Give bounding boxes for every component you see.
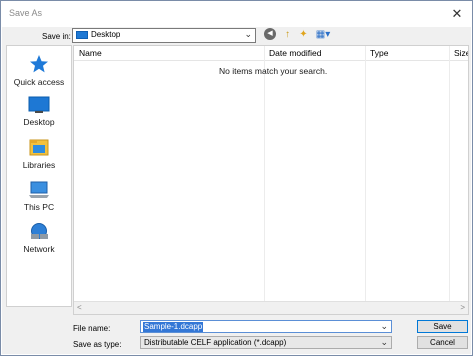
save-in-value: Desktop — [91, 30, 121, 39]
place-libraries[interactable]: Libraries — [7, 138, 71, 170]
chevron-down-icon: ⌄ — [244, 29, 252, 39]
star-icon — [30, 55, 48, 73]
horizontal-scrollbar[interactable]: < > — [74, 301, 468, 314]
sort-ascending-icon: ^ — [166, 45, 170, 50]
title-bar: Save As ✕ — [1, 1, 472, 27]
file-name-input[interactable]: Sample-1.dcapp ⌄ — [140, 320, 392, 333]
place-label: Network — [23, 244, 55, 254]
libraries-icon — [29, 139, 49, 156]
place-label: Libraries — [22, 160, 56, 170]
window-title: Save As — [9, 8, 43, 18]
computer-icon — [29, 181, 49, 198]
place-label: Desktop — [23, 117, 55, 127]
column-name[interactable]: Name — [79, 48, 102, 58]
place-label: This PC — [23, 202, 55, 212]
chevron-down-icon: ⌄ — [380, 337, 388, 347]
place-network[interactable]: Network — [7, 222, 71, 254]
place-this-pc[interactable]: This PC — [7, 180, 71, 212]
file-name-label: File name: — [73, 324, 111, 333]
up-folder-icon[interactable]: ↑ — [281, 28, 294, 41]
new-folder-icon[interactable]: ✦ — [297, 28, 310, 41]
save-as-type-value: Distributable CELF application (*.dcapp) — [144, 338, 287, 347]
column-size[interactable]: Size — [454, 48, 468, 58]
scroll-left-icon[interactable]: < — [77, 303, 82, 312]
empty-message: No items match your search. — [219, 66, 328, 76]
scroll-right-icon[interactable]: > — [460, 303, 465, 312]
chevron-down-icon[interactable]: ⌄ — [380, 321, 388, 332]
view-menu-icon[interactable]: ▦▾ — [313, 28, 333, 41]
save-as-type-label: Save as type: — [73, 340, 122, 349]
save-in-dropdown[interactable]: Desktop ⌄ — [72, 28, 256, 43]
save-button[interactable]: Save — [417, 320, 468, 333]
file-list[interactable]: ^ Name Date modified Type Size No items … — [73, 45, 469, 315]
dialog-body: Save in: Desktop ⌄ ◀ ↑ ✦ ▦▾ Quick access — [2, 27, 471, 354]
save-in-label: Save in: — [42, 32, 71, 41]
column-date-modified[interactable]: Date modified — [269, 48, 321, 58]
close-icon[interactable]: ✕ — [448, 5, 466, 23]
column-header-row: ^ Name Date modified Type Size — [74, 46, 468, 61]
column-grid-line — [365, 46, 366, 302]
cancel-button[interactable]: Cancel — [417, 336, 468, 349]
network-icon — [31, 223, 48, 239]
column-grid-line — [449, 46, 450, 302]
place-quick-access[interactable]: Quick access — [7, 54, 71, 87]
file-name-value: Sample-1.dcapp — [143, 322, 204, 332]
desktop-folder-icon — [76, 31, 88, 39]
column-type[interactable]: Type — [370, 48, 388, 58]
save-as-type-dropdown[interactable]: Distributable CELF application (*.dcapp)… — [140, 336, 392, 349]
places-bar: Quick access Desktop Libraries This PC N… — [6, 45, 72, 307]
back-icon[interactable]: ◀ — [264, 28, 276, 40]
place-desktop[interactable]: Desktop — [7, 96, 71, 127]
column-grid-line — [264, 46, 265, 302]
save-as-dialog: Save As ✕ Save in: Desktop ⌄ ◀ ↑ ✦ ▦▾ Qu… — [0, 0, 473, 356]
desktop-icon — [28, 96, 50, 113]
place-label: Quick access — [13, 77, 65, 87]
